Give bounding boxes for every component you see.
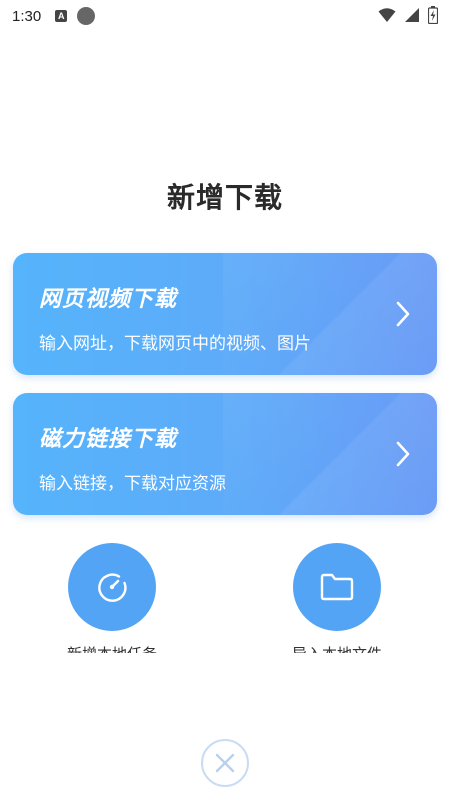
import-local-file-button[interactable] bbox=[293, 543, 381, 631]
page-title: 新增下载 bbox=[166, 181, 283, 214]
chevron-right-icon bbox=[396, 441, 410, 467]
notification-dot-icon bbox=[77, 7, 96, 25]
new-local-task-label: 新增本地任务 bbox=[32, 644, 192, 653]
chevron-right-icon bbox=[396, 301, 410, 327]
import-local-file-label: 导入本地文件 bbox=[257, 644, 417, 653]
status-time: 1:30 bbox=[12, 7, 42, 25]
web-video-download-card[interactable]: 网页视频下载 输入网址，下载网页中的视频、图片 bbox=[13, 253, 437, 375]
close-icon bbox=[215, 753, 235, 773]
new-local-task-button[interactable] bbox=[68, 543, 156, 631]
card-title: 磁力链接下载 bbox=[39, 427, 178, 452]
speed-dial-icon bbox=[98, 573, 127, 602]
close-button[interactable] bbox=[201, 739, 249, 787]
battery-icon bbox=[428, 6, 438, 24]
status-icons bbox=[378, 6, 438, 24]
card-description: 输入网址，下载网页中的视频、图片 bbox=[39, 334, 311, 354]
magnet-link-download-card[interactable]: 磁力链接下载 输入链接，下载对应资源 bbox=[13, 393, 437, 515]
signal-icon bbox=[405, 8, 419, 22]
card-title: 网页视频下载 bbox=[39, 287, 178, 312]
status-bar: 1:30 A bbox=[0, 0, 450, 32]
folder-icon bbox=[320, 573, 354, 601]
notification-a-icon: A bbox=[55, 10, 68, 22]
wifi-icon bbox=[378, 8, 396, 22]
card-description: 输入链接，下载对应资源 bbox=[39, 474, 226, 494]
screen: 1:30 A 新增下载 网页视频下载 输入网址，下载网页中的视频、图片 磁力链接… bbox=[0, 0, 450, 800]
